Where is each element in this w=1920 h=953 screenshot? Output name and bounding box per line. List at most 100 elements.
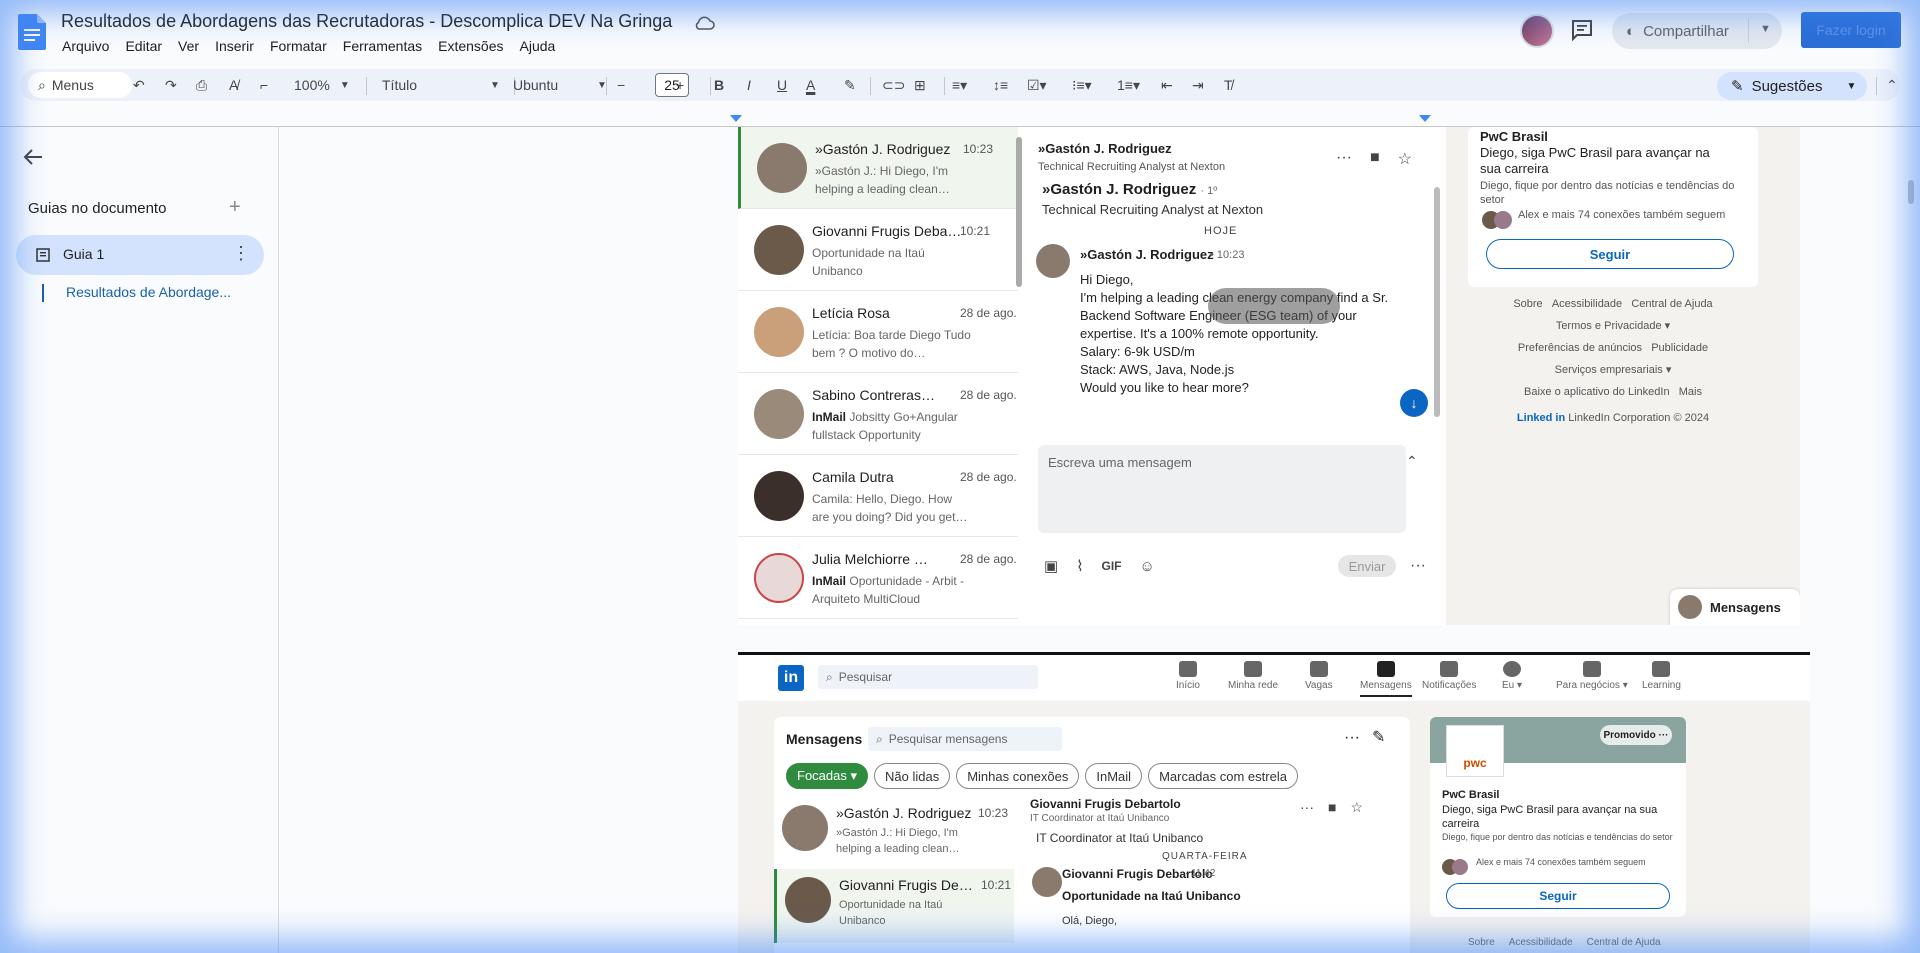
bulleted-list-icon[interactable]: ⁝≡▾ [1072,69,1092,101]
star-icon[interactable]: ☆ [1398,149,1412,169]
linkedin-logo-icon[interactable]: in [778,665,804,691]
more-horiz-icon[interactable]: ··· [1336,149,1352,169]
follow-button[interactable]: Seguir [1486,239,1734,269]
footer-link[interactable]: Central de Ajuda [1631,298,1712,310]
cloud-saved-icon[interactable] [693,14,715,32]
decrease-indent-icon[interactable]: ⇤ [1161,69,1173,101]
video-icon[interactable]: ■ [1328,799,1336,816]
link-icon[interactable]: ⊂⊃ [882,69,905,101]
chevron-up-icon[interactable]: ⌃ [1886,69,1898,101]
promoted-badge[interactable]: Promovido ··· [1600,725,1672,745]
footer-link[interactable]: Termos e Privacidade ▾ [1556,320,1670,332]
gif-button[interactable]: GIF [1102,559,1122,573]
clear-formatting-icon[interactable]: T̸ [1224,69,1233,101]
text-color-icon[interactable]: A [806,69,815,101]
send-button[interactable]: Enviar [1338,555,1396,577]
emoji-icon[interactable]: ☺ [1140,558,1155,575]
style-select[interactable]: Título ▼ [382,69,502,101]
vertical-scrollbar[interactable] [1908,180,1914,204]
align-icon[interactable]: ≡▾ [952,69,967,101]
attach-icon[interactable]: ⌇ [1076,557,1083,575]
nav-para-negocios[interactable]: Para negócios ▾ [1556,661,1628,691]
add-tab-icon[interactable]: + [229,196,241,219]
footer-link[interactable]: Acessibilidade [1552,298,1622,310]
print-icon[interactable]: ⎙ [196,69,207,101]
right-indent-marker[interactable] [1419,115,1431,122]
decrease-font-icon[interactable]: − [617,69,625,101]
share-button[interactable]: ◐ Compartilhar ▼ [1612,13,1782,49]
nav-minha-rede[interactable]: Minha rede [1228,661,1278,691]
filter-minhas-conexoes[interactable]: Minhas conexões [956,763,1080,789]
footer-link[interactable]: Sobre [1468,937,1495,948]
list-item[interactable]: Letícia Rosa 28 de ago. Letícia: Boa tar… [738,291,1018,373]
embedded-image-linkedin-messages-1[interactable]: »Gastón J. Rodriguez 10:23 »Gastón J.: H… [738,127,1800,625]
embedded-image-linkedin-messages-2[interactable]: in ⌕ Pesquisar Início Minha rede Vagas Me… [738,655,1810,953]
footer-link[interactable]: Acessibilidade [1509,937,1573,948]
media-controls-overlay[interactable] [1208,288,1340,324]
outline-heading-link[interactable]: Resultados de Abordage... [66,284,231,300]
font-select[interactable]: Ubuntu ▼ [513,69,611,101]
menu-ver[interactable]: Ver [170,36,207,56]
nav-vagas[interactable]: Vagas [1305,661,1333,691]
filter-inmail[interactable]: InMail [1085,763,1143,789]
back-arrow-icon[interactable] [22,147,44,167]
footer-link[interactable]: Central de Ajuda [1587,937,1661,948]
editing-mode-button[interactable]: ✎ Sugestões ▼ [1717,72,1867,100]
filter-focadas[interactable]: Focadas ▾ [786,763,868,789]
footer-link[interactable]: Mais [1679,386,1702,398]
footer-link[interactable]: Serviços empresariais ▾ [1555,364,1672,376]
list-item[interactable]: Julia Melchiorre … 28 de ago. InMail Opo… [738,537,1018,619]
menu-ajuda[interactable]: Ajuda [512,36,564,56]
messages-search[interactable]: ⌕ Pesquisar mensagens [868,727,1062,751]
bold-icon[interactable]: B [714,69,724,101]
list-item[interactable]: Sabino Contreras… 28 de ago. InMail Jobs… [738,373,1018,455]
increase-indent-icon[interactable]: ⇥ [1192,69,1204,101]
scroll-down-icon[interactable]: ↓ [1400,389,1428,417]
menus-search[interactable]: ⌕ Menus [28,72,132,98]
menu-ferramentas[interactable]: Ferramentas [335,36,430,56]
video-icon[interactable]: ■ [1370,149,1380,169]
redo-icon[interactable]: ↷ [165,69,177,101]
menu-arquivo[interactable]: Arquivo [54,36,117,56]
document-title[interactable]: Resultados de Abordagens das Recrutadora… [61,11,672,32]
more-horiz-icon[interactable]: ··· [1344,729,1360,747]
underline-icon[interactable]: U [777,69,787,101]
tab-guia-1[interactable]: Guia 1 ⋮ [16,235,264,275]
follow-button[interactable]: Seguir [1446,883,1670,909]
spellcheck-icon[interactable]: A̸ [229,69,238,101]
login-button[interactable]: Fazer login [1801,12,1901,48]
image-icon[interactable]: ▣ [1044,557,1058,575]
thread-scrollbar[interactable] [1434,187,1440,417]
more-horiz-icon[interactable]: ··· [1300,799,1314,816]
left-indent-marker[interactable] [730,115,742,122]
checklist-icon[interactable]: ☑▾ [1027,69,1047,101]
line-spacing-icon[interactable]: ↕≡ [993,69,1008,101]
increase-font-icon[interactable]: + [676,69,684,101]
numbered-list-icon[interactable]: 1≡▾ [1117,69,1140,101]
linkedin-search[interactable]: ⌕ Pesquisar [818,665,1038,689]
list-item[interactable]: Camila Dutra 28 de ago. Camila: Hello, D… [738,455,1018,537]
chevron-down-icon[interactable]: ▼ [1760,23,1771,35]
undo-icon[interactable]: ↶ [133,69,145,101]
more-vert-icon[interactable]: ⋮ [232,243,250,264]
footer-link[interactable]: Sobre [1513,298,1542,310]
footer-link[interactable]: Baixe o aplicativo do LinkedIn [1524,386,1670,398]
list-scrollbar[interactable] [1016,137,1022,287]
add-comment-icon[interactable]: ⊞ [914,69,926,101]
zoom-select[interactable]: 100% ▼ [294,69,350,101]
nav-notificacoes[interactable]: Notificações [1422,661,1476,691]
chevron-up-icon[interactable]: ⌃ [1406,453,1418,470]
menu-inserir[interactable]: Inserir [207,36,262,56]
nav-eu[interactable]: Eu ▾ [1502,661,1522,691]
compose-icon[interactable]: ✎ [1372,727,1385,747]
user-avatar[interactable] [1520,14,1554,48]
paint-format-icon[interactable]: ⌐ [260,69,268,101]
highlight-icon[interactable]: ✎ [844,69,856,101]
star-icon[interactable]: ☆ [1350,799,1363,816]
more-horiz-icon[interactable]: ··· [1410,557,1426,575]
list-item[interactable]: »Gastón J. Rodriguez 10:23 »Gastón J.: H… [738,127,1018,209]
list-item[interactable]: Giovanni Frugis Debartolo 10:21 Oportuni… [774,869,1014,943]
comments-icon[interactable] [1570,18,1594,42]
filter-marcadas[interactable]: Marcadas com estrela [1148,763,1298,789]
footer-link[interactable]: Publicidade [1651,342,1708,354]
